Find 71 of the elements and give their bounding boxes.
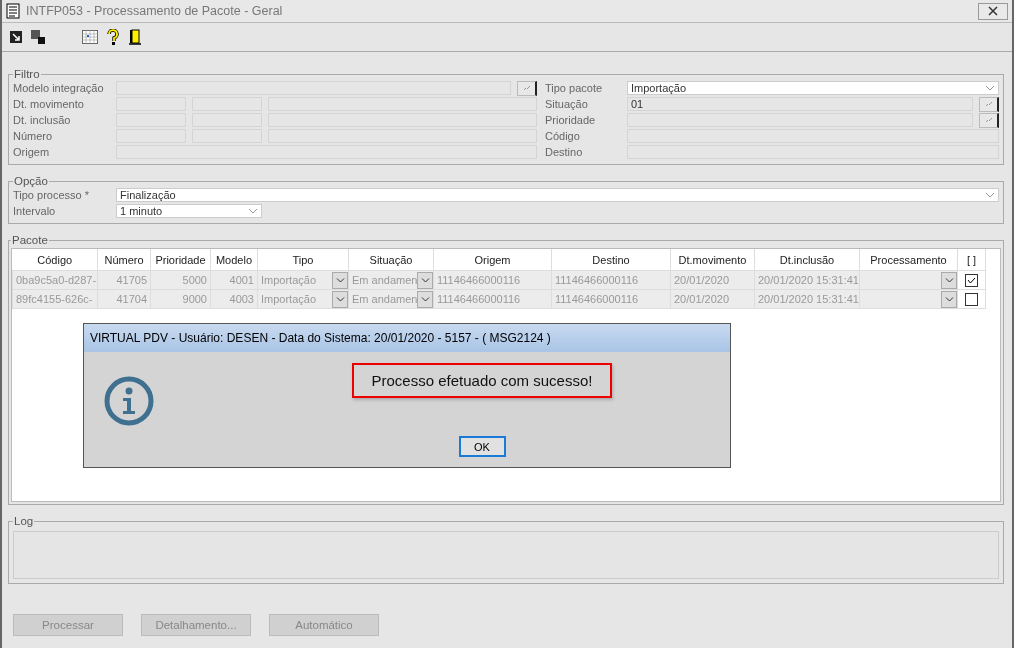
dropdown-button[interactable] — [417, 290, 433, 308]
field-label: Modelo integração — [13, 82, 105, 94]
check-icon — [967, 276, 976, 284]
group-title: Opção — [13, 175, 49, 187]
dropdown-button[interactable] — [332, 290, 348, 308]
caret-icon — [944, 296, 954, 302]
caret-icon — [420, 277, 430, 283]
caret-icon — [944, 277, 954, 283]
field-label: Situação — [545, 98, 589, 110]
table-cell: Importação — [261, 293, 317, 305]
caret-icon — [985, 85, 995, 91]
table-cell: Importação — [261, 274, 317, 286]
field-label: Tipo processo * — [13, 189, 91, 201]
dots-icon — [984, 117, 993, 123]
group-title: Pacote — [11, 234, 49, 246]
checkbox[interactable] — [965, 292, 978, 306]
field-label: Destino — [545, 146, 584, 158]
dialog-message: Processo efetuado com sucesso! — [351, 363, 613, 398]
input-field[interactable] — [627, 129, 999, 143]
arrow-icon[interactable] — [10, 31, 22, 43]
document-icon — [6, 3, 20, 19]
dropdown[interactable]: 1 minuto — [116, 204, 262, 218]
window-title: INTFP053 - Processamento de Pacote - Geral — [26, 4, 284, 18]
dropdown-button[interactable] — [332, 271, 348, 289]
group-title: Filtro — [13, 68, 41, 80]
caret-icon — [335, 277, 345, 283]
dropdown[interactable]: Importação — [627, 81, 999, 95]
lookup-button[interactable] — [517, 80, 537, 96]
input-field[interactable] — [268, 97, 537, 111]
caret-icon — [420, 296, 430, 302]
group-title: Log — [13, 515, 35, 527]
close-icon — [988, 6, 998, 16]
lookup-button[interactable] — [979, 112, 999, 128]
field-label: Tipo pacote — [545, 82, 604, 94]
lookup-button[interactable] — [979, 96, 999, 112]
field-label: Dt. inclusão — [13, 114, 72, 126]
dots-icon — [522, 85, 531, 91]
checkbox[interactable] — [965, 273, 978, 287]
input-field[interactable]: 01 — [627, 97, 973, 111]
caret-icon — [248, 208, 258, 214]
door-icon[interactable] — [128, 29, 142, 45]
help-icon[interactable] — [107, 29, 119, 45]
table-cell: 11146466000116 — [551, 270, 671, 290]
dropdown-button[interactable] — [941, 271, 957, 289]
table-cell: Em andamen — [352, 274, 418, 286]
grid-icon[interactable] — [82, 30, 98, 44]
table-cell: 20/01/2020 15:31:41 — [754, 270, 860, 290]
field-label: Origem — [13, 146, 51, 158]
windows-icon[interactable] — [31, 30, 45, 44]
field-label: Prioridade — [545, 114, 597, 126]
table-cell: 4001 — [210, 270, 258, 290]
caret-icon — [335, 296, 345, 302]
table-cell: 11146466000116 — [433, 270, 552, 290]
dropdown[interactable]: Finalização — [116, 188, 999, 202]
caret-icon — [985, 192, 995, 198]
table-cell: Em andamen — [352, 293, 418, 305]
table-cell: 5000 — [150, 270, 211, 290]
dialog-title: VIRTUAL PDV - Usuário: DESEN - Data do Sistema: 20/01/2020 - 5157 - ( MSG2124 ) — [84, 324, 730, 352]
info-icon — [104, 376, 154, 426]
dropdown-button[interactable] — [941, 290, 957, 308]
table-cell: 41705 — [97, 270, 151, 290]
close-button[interactable] — [978, 2, 1008, 20]
field-label: Intervalo — [13, 205, 57, 217]
field-label: Dt. movimento — [13, 98, 85, 110]
table-cell: 0ba9c5a0-d287- — [12, 270, 98, 290]
table-cell: 20/01/2020 — [670, 270, 755, 290]
field-label: Código — [545, 130, 581, 142]
field-label: Número — [13, 130, 54, 142]
dots-icon — [984, 101, 993, 107]
dropdown-button[interactable] — [417, 271, 433, 289]
ok-button[interactable]: OK — [458, 436, 506, 457]
